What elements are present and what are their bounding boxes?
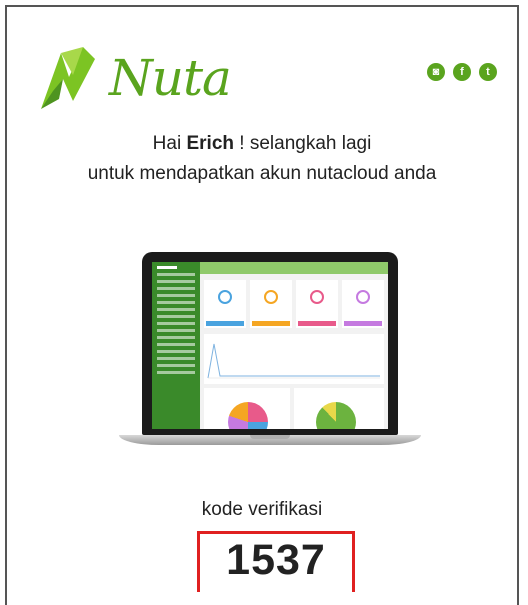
verification-code: 1537 [226,536,326,584]
dashboard-screenshot [152,262,388,429]
laptop-notch [250,435,290,439]
dashboard-line-chart [204,334,384,384]
dashboard-pie-chart-right [294,388,384,429]
greeting-prefix: Hai [152,133,187,154]
greeting-text: Hai Erich ! selangkah lagi untuk mendapa… [7,129,517,189]
verification-label: kode verifikasi [201,499,323,520]
laptop-screen-bezel [142,252,398,435]
twitter-icon[interactable]: t [479,63,497,81]
dashboard-topbar [200,262,388,274]
greeting-suffix: ! selangkah lagi [234,133,372,154]
dashboard-cards [204,280,384,328]
instagram-icon[interactable]: ◙ [427,63,445,81]
laptop-illustration [119,252,421,460]
nuta-logo: Nuta [39,39,232,111]
dashboard-sidebar [152,262,200,429]
email-frame: Nuta ◙ f t Hai Erich ! selangkah lagi un… [5,5,519,605]
logo-text: Nuta [109,49,232,107]
facebook-icon[interactable]: f [453,63,471,81]
dashboard-pie-chart-left [204,388,290,429]
greeting-line-1: Hai Erich ! selangkah lagi [7,129,517,159]
greeting-line-2: untuk mendapatkan akun nutacloud anda [87,163,437,184]
user-name: Erich [186,133,234,154]
social-links: ◙ f t [427,63,497,81]
